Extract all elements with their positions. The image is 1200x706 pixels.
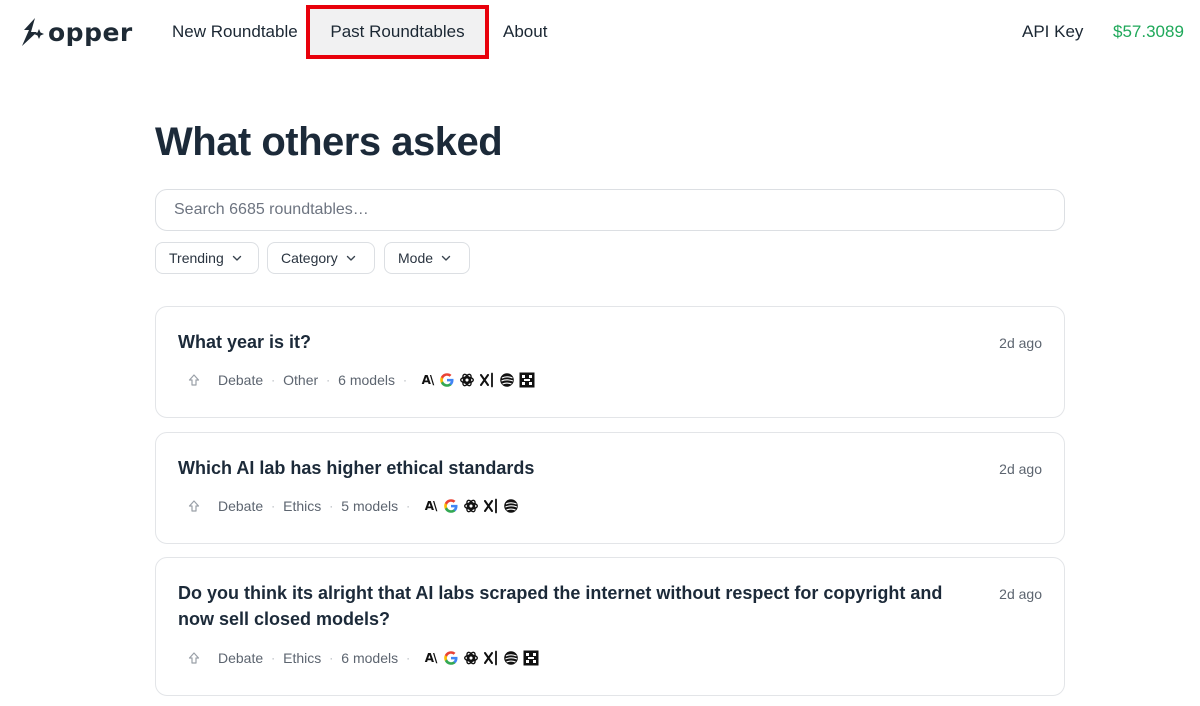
xai-icon [482, 650, 499, 667]
upvote-icon[interactable] [186, 372, 202, 388]
roundtable-category: Other [283, 372, 319, 388]
category-filter[interactable]: Category [267, 242, 375, 274]
separator-dot: · [406, 651, 411, 665]
deepseek-icon [502, 650, 519, 667]
roundtable-models-count: 6 models [341, 650, 399, 666]
roundtable-card[interactable]: Which AI lab has higher ethical standard… [155, 432, 1065, 544]
nav-new-roundtable[interactable]: New Roundtable [172, 18, 298, 46]
chevron-down-icon [346, 253, 356, 263]
mistral-icon [519, 372, 536, 389]
mode-filter[interactable]: Mode [384, 242, 470, 274]
google-icon [442, 498, 459, 515]
roundtable-mode: Debate [218, 372, 264, 388]
roundtable-mode: Debate [218, 498, 264, 514]
upvote-icon[interactable] [186, 498, 202, 514]
search-input[interactable] [155, 189, 1065, 231]
separator-dot: · [271, 373, 276, 387]
model-icons: A\ [422, 650, 542, 667]
separator-dot: · [406, 499, 411, 513]
nav-past-roundtables[interactable]: Past Roundtables [306, 5, 489, 59]
filter-label: Mode [398, 250, 434, 266]
openai-icon [462, 498, 479, 515]
opper-logo[interactable]: opper [18, 14, 133, 50]
roundtable-category: Ethics [283, 650, 322, 666]
roundtable-time: 2d ago [999, 335, 1042, 351]
roundtable-question[interactable]: Do you think its alright that AI labs sc… [178, 580, 978, 632]
roundtable-question[interactable]: What year is it? [178, 329, 978, 355]
nav-about[interactable]: About [503, 18, 547, 46]
separator-dot: · [271, 651, 276, 665]
account-balance: $57.3089 [1113, 22, 1184, 41]
model-icons: A\ [422, 498, 522, 515]
page-title: What others asked [155, 120, 503, 164]
anthropic-icon: A\ [424, 651, 438, 665]
separator-dot: · [271, 499, 276, 513]
roundtable-models-count: 6 models [338, 372, 395, 388]
trending-filter[interactable]: Trending [155, 242, 259, 274]
google-icon [439, 372, 456, 389]
roundtable-mode: Debate [218, 650, 264, 666]
roundtable-card[interactable]: What year is it? 2d ago Debate · Other ·… [155, 306, 1065, 418]
roundtable-question[interactable]: Which AI lab has higher ethical standard… [178, 455, 978, 481]
xai-icon [482, 498, 499, 515]
openai-icon [462, 650, 479, 667]
separator-dot: · [326, 373, 331, 387]
top-navigation: opper New Roundtable Past Roundtables Ab… [0, 0, 1200, 64]
deepseek-icon [499, 372, 516, 389]
filter-label: Trending [169, 250, 224, 266]
mistral-icon [522, 650, 539, 667]
deepseek-icon [502, 498, 519, 515]
roundtable-time: 2d ago [999, 586, 1042, 602]
separator-dot: · [402, 373, 407, 387]
roundtable-meta: Debate · Ethics · 5 models · A\ [186, 496, 522, 516]
roundtable-time: 2d ago [999, 461, 1042, 477]
upvote-icon[interactable] [186, 650, 202, 666]
anthropic-icon: A\ [421, 373, 435, 387]
xai-icon [479, 372, 496, 389]
roundtable-meta: Debate · Other · 6 models · A\ [186, 370, 539, 390]
separator-dot: · [329, 651, 334, 665]
roundtable-category: Ethics [283, 498, 322, 514]
roundtable-meta: Debate · Ethics · 6 models · A\ [186, 648, 542, 668]
nav-past-roundtables-label: Past Roundtables [330, 22, 465, 41]
roundtable-card[interactable]: Do you think its alright that AI labs sc… [155, 557, 1065, 696]
anthropic-icon: A\ [424, 499, 438, 513]
logo-text: opper [48, 17, 133, 47]
roundtable-models-count: 5 models [341, 498, 399, 514]
openai-icon [459, 372, 476, 389]
opper-logo-icon [22, 18, 44, 46]
chevron-down-icon [441, 253, 451, 263]
api-key-link[interactable]: API Key [1022, 18, 1083, 46]
google-icon [442, 650, 459, 667]
filter-label: Category [281, 250, 338, 266]
model-icons: A\ [419, 372, 539, 389]
chevron-down-icon [232, 253, 242, 263]
separator-dot: · [329, 499, 334, 513]
